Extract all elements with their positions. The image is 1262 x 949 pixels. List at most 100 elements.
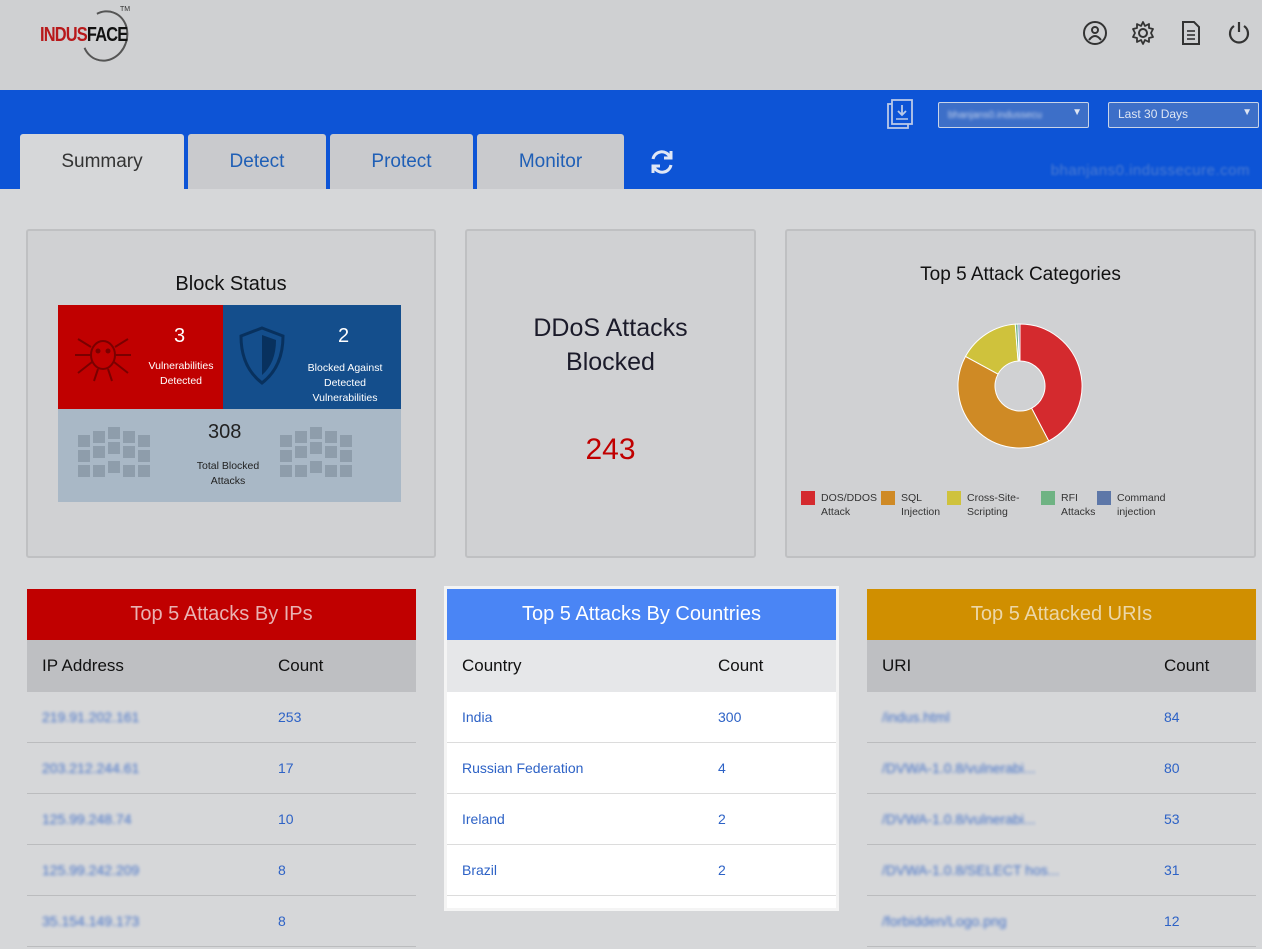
- blocked-label: Blocked Against Detected Vulnerabilities: [307, 362, 383, 404]
- row-count: 10: [278, 811, 294, 827]
- row-count: 80: [1164, 760, 1180, 776]
- ddos-title: DDoS Attacks Blocked: [467, 311, 754, 379]
- user-icon[interactable]: [1080, 18, 1110, 48]
- uri-column: URI: [882, 656, 912, 675]
- legend-item[interactable]: Command injection: [1097, 491, 1189, 519]
- top-uris-title: Top 5 Attacked URIs: [867, 589, 1256, 640]
- ddos-title-line1: DDoS Attacks: [533, 314, 688, 342]
- top-countries-header-row: Country Count: [447, 640, 836, 692]
- date-range-value: Last 30 Days: [1118, 107, 1189, 121]
- row-key-link[interactable]: Ireland: [447, 811, 718, 827]
- table-row[interactable]: 125.99.242.209 8: [27, 845, 416, 896]
- table-row[interactable]: 219.91.202.161 253: [27, 692, 416, 743]
- gear-icon[interactable]: [1128, 18, 1158, 48]
- table-row[interactable]: Brazil 2: [447, 845, 836, 896]
- country-column: Country: [462, 656, 522, 675]
- row-key-link[interactable]: Russian Federation: [447, 760, 718, 776]
- table-row[interactable]: 35.154.149.173 8: [27, 896, 416, 947]
- top-uris-table: Top 5 Attacked URIs URI Count /indus.htm…: [867, 589, 1256, 947]
- count-column: Count: [718, 656, 764, 675]
- logo-trademark: TM: [120, 6, 131, 13]
- categories-title: Top 5 Attack Categories: [920, 264, 1121, 285]
- table-row[interactable]: /DVWA-1.0.8/SELECT hos... 31: [867, 845, 1256, 896]
- row-key-link[interactable]: /indus.html: [867, 709, 1164, 725]
- header-icons: [1080, 18, 1254, 48]
- document-icon[interactable]: [1176, 18, 1206, 48]
- row-key-link[interactable]: /DVWA-1.0.8/SELECT hos...: [867, 862, 1164, 878]
- top-uris-header-row: URI Count: [867, 640, 1256, 692]
- row-key-link[interactable]: /DVWA-1.0.8/vulnerabi...: [867, 811, 1164, 827]
- tab-summary[interactable]: Summary: [20, 134, 184, 189]
- table-row[interactable]: 203.212.244.61 17: [27, 743, 416, 794]
- wall-icon-right: [280, 425, 362, 492]
- indusface-logo[interactable]: TM INDUSFACE: [40, 3, 136, 69]
- legend-swatch: [947, 491, 961, 505]
- row-count: 84: [1164, 709, 1180, 725]
- row-count: 2: [718, 811, 726, 827]
- row-count: 53: [1164, 811, 1180, 827]
- blocked-count: 2: [338, 325, 350, 347]
- row-count: 300: [718, 709, 742, 725]
- row-key-link[interactable]: India: [447, 709, 718, 725]
- block-status-title: Block Status: [175, 273, 287, 295]
- row-count: 12: [1164, 913, 1180, 929]
- top-ips-title: Top 5 Attacks By IPs: [27, 589, 416, 640]
- top-countries-table: Top 5 Attacks By Countries Country Count…: [447, 589, 836, 908]
- row-key-link[interactable]: /DVWA-1.0.8/vulnerabi...: [867, 760, 1164, 776]
- row-count: 4: [718, 760, 726, 776]
- site-select[interactable]: bhanjans0.indussecu ▼: [938, 102, 1089, 128]
- row-count: 253: [278, 709, 302, 725]
- pie-slice-sql-injection[interactable]: [957, 355, 1050, 449]
- row-key-link[interactable]: 125.99.242.209: [27, 862, 278, 878]
- legend-swatch: [801, 491, 815, 505]
- power-icon[interactable]: [1224, 18, 1254, 48]
- count-column: Count: [1164, 656, 1210, 675]
- download-report-icon[interactable]: [884, 98, 918, 132]
- total-blocked-label: Total Blocked Attacks: [196, 460, 260, 487]
- table-row[interactable]: Russian Federation 4: [447, 743, 836, 794]
- navigation-bar: bhanjans0.indussecu ▼ Last 30 Days ▼ Sum…: [0, 90, 1262, 189]
- count-column: Count: [278, 656, 324, 675]
- legend-label: Command injection: [1117, 492, 1166, 518]
- tab-protect[interactable]: Protect: [330, 134, 473, 189]
- table-row[interactable]: India 300: [447, 692, 836, 743]
- row-count: 17: [278, 760, 294, 776]
- top-ips-table: Top 5 Attacks By IPs IP Address Count 21…: [27, 589, 416, 947]
- refresh-icon[interactable]: [645, 145, 679, 179]
- legend-swatch: [1097, 491, 1111, 505]
- vulnerabilities-tile[interactable]: 3 Vulnerabilities Detected: [58, 305, 223, 409]
- row-key-link[interactable]: 219.91.202.161: [27, 709, 278, 725]
- legend-item[interactable]: Cross-Site-Scripting: [947, 491, 1053, 519]
- ddos-value[interactable]: 243: [467, 433, 754, 467]
- ddos-card: DDoS Attacks Blocked 243: [465, 229, 756, 558]
- tab-detect[interactable]: Detect: [188, 134, 326, 189]
- table-row[interactable]: /DVWA-1.0.8/vulnerabi... 53: [867, 794, 1256, 845]
- legend-swatch: [881, 491, 895, 505]
- wall-icon-left: [78, 425, 160, 492]
- row-count: 8: [278, 862, 286, 878]
- blocked-against-tile[interactable]: 2 Blocked Against Detected Vulnerabiliti…: [223, 305, 401, 409]
- row-key-link[interactable]: 125.99.248.74: [27, 811, 278, 827]
- table-row[interactable]: /indus.html 84: [867, 692, 1256, 743]
- table-row[interactable]: /forbidden/Logo.png 12: [867, 896, 1256, 947]
- row-key-link[interactable]: 203.212.244.61: [27, 760, 278, 776]
- chart-legend: DOS/DDOS Attack SQL Injection Cross-Site-S…: [801, 491, 1177, 519]
- total-blocked-tile[interactable]: 308 Total Blocked Attacks: [58, 409, 401, 502]
- ddos-title-line2: Blocked: [566, 348, 655, 376]
- table-row[interactable]: Ireland 2: [447, 794, 836, 845]
- shield-icon: [237, 325, 287, 392]
- row-key-link[interactable]: 35.154.149.173: [27, 913, 278, 929]
- logo-indus: INDUS: [40, 24, 88, 46]
- row-key-link[interactable]: /forbidden/Logo.png: [867, 913, 1164, 929]
- tab-monitor[interactable]: Monitor: [477, 134, 624, 189]
- attack-categories-pie-chart[interactable]: [955, 321, 1085, 451]
- table-row[interactable]: 125.99.248.74 10: [27, 794, 416, 845]
- site-select-value: bhanjans0.indussecu: [948, 110, 1042, 121]
- chevron-down-icon: ▼: [1242, 107, 1252, 118]
- date-range-select[interactable]: Last 30 Days ▼: [1108, 102, 1259, 128]
- table-row[interactable]: /DVWA-1.0.8/vulnerabi... 80: [867, 743, 1256, 794]
- row-key-link[interactable]: Brazil: [447, 862, 718, 878]
- row-count: 31: [1164, 862, 1180, 878]
- legend-item[interactable]: DOS/DDOS Attack: [801, 491, 893, 519]
- block-status-card: Block Status 3 Vulnerabilities Detected …: [26, 229, 436, 558]
